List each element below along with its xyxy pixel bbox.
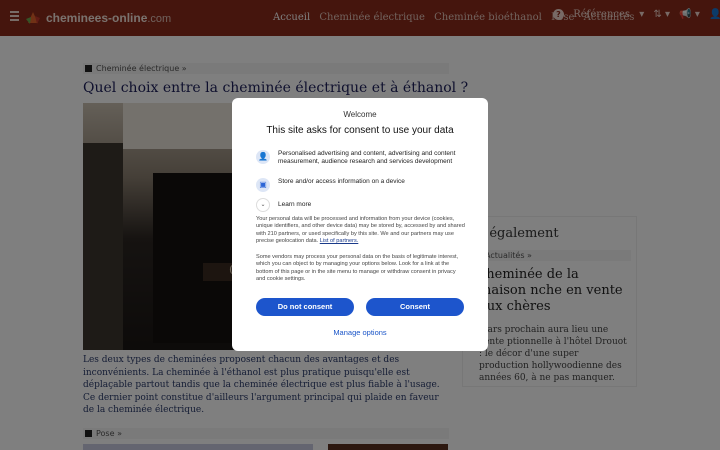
- consent-button[interactable]: Consent: [366, 298, 464, 316]
- consent-body-2: Some vendors may process your personal d…: [256, 254, 459, 283]
- manage-options-link[interactable]: Manage options: [232, 328, 488, 337]
- device-icon: ▣: [256, 178, 270, 192]
- do-not-consent-button[interactable]: Do not consent: [256, 298, 354, 316]
- consent-dialog: Welcome This site asks for consent to us…: [232, 98, 488, 351]
- consent-body-1: Your personal data will be processed and…: [256, 216, 465, 245]
- dialog-title: This site asks for consent to use your d…: [266, 125, 454, 136]
- chevron-down-icon[interactable]: ⌄: [256, 198, 270, 212]
- partners-link[interactable]: List of partners.: [320, 238, 359, 244]
- people-icon: 👤: [256, 150, 270, 164]
- dialog-welcome: Welcome: [343, 110, 377, 119]
